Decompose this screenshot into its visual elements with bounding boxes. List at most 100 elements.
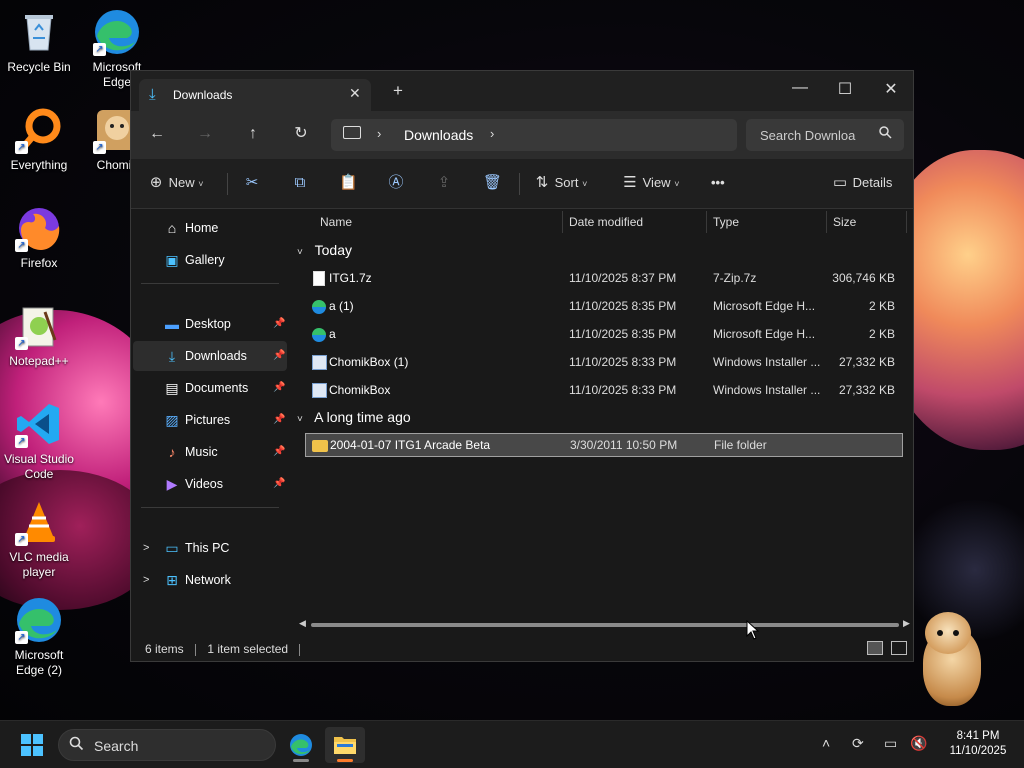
- network-status-icon[interactable]: ▭: [884, 735, 897, 752]
- taskbar-search-box[interactable]: Search: [58, 729, 276, 761]
- column-divider[interactable]: [562, 211, 563, 233]
- nav-item-pictures[interactable]: ▨ Pictures 📌: [133, 405, 287, 435]
- file-row-selected[interactable]: 2004-01-07 ITG1 Arcade Beta 3/30/2011 10…: [305, 433, 903, 457]
- column-divider[interactable]: [826, 211, 827, 233]
- minimize-button[interactable]: —: [785, 79, 815, 97]
- details-view-icon[interactable]: [867, 641, 883, 655]
- rename-button[interactable]: Ⓐ: [387, 173, 405, 193]
- pin-icon[interactable]: 📌: [273, 405, 285, 435]
- horizontal-scrollbar[interactable]: ◀ ▶: [299, 618, 911, 629]
- desktop-icon: ▬: [165, 316, 179, 332]
- sync-icon[interactable]: ⟳: [852, 735, 864, 752]
- file-date: 3/30/2011 10:50 PM: [570, 438, 678, 452]
- tiles-view-icon[interactable]: [891, 641, 907, 655]
- desktop-icon-microsoft-edge-2[interactable]: ↗ Microsoft Edge (2): [0, 596, 78, 678]
- refresh-icon[interactable]: ↻: [289, 125, 313, 143]
- column-divider[interactable]: [906, 211, 907, 233]
- column-header-type[interactable]: Type: [713, 209, 739, 235]
- nav-item-music[interactable]: ♪ Music 📌: [133, 437, 287, 467]
- status-divider: [195, 643, 197, 656]
- address-bar[interactable]: › Downloads ›: [331, 119, 737, 151]
- breadcrumb-chevron-icon[interactable]: ›: [490, 126, 494, 141]
- sort-button[interactable]: ⇅ Sort ˅: [533, 173, 588, 193]
- new-label: New: [168, 175, 195, 190]
- file-row[interactable]: a 11/10/2025 8:35 PM Microsoft Edge H...…: [305, 322, 903, 346]
- search-box[interactable]: Search Downloa: [746, 119, 904, 151]
- paste-button[interactable]: 📋: [339, 173, 358, 193]
- taskbar-app-edge[interactable]: [281, 727, 321, 763]
- download-arrow-icon: ⤓: [149, 86, 156, 103]
- nav-item-network[interactable]: > ⊞ Network: [133, 565, 287, 595]
- scrollbar-thumb[interactable]: [311, 623, 899, 627]
- file-name: a (1): [329, 299, 354, 313]
- start-button[interactable]: [21, 734, 43, 756]
- forward-arrow-icon[interactable]: →: [193, 125, 217, 143]
- expand-chevron-icon[interactable]: >: [143, 565, 149, 595]
- nav-item-home[interactable]: ⌂ Home: [133, 213, 287, 243]
- column-divider[interactable]: [706, 211, 707, 233]
- breadcrumb-chevron-icon[interactable]: ›: [377, 126, 381, 141]
- close-tab-icon[interactable]: ✕: [349, 85, 361, 102]
- scroll-right-icon[interactable]: ▶: [903, 618, 910, 629]
- clock-time: 8:41 PM: [956, 730, 1000, 742]
- new-tab-button[interactable]: +: [393, 82, 403, 99]
- column-header-name[interactable]: Name: [320, 209, 352, 235]
- close-window-button[interactable]: ✕: [876, 79, 906, 99]
- delete-button[interactable]: 🗑: [483, 173, 502, 193]
- pin-icon[interactable]: 📌: [273, 309, 285, 339]
- more-options-button[interactable]: •••: [711, 173, 725, 193]
- nav-item-documents[interactable]: ▤ Documents 📌: [133, 373, 287, 403]
- view-button[interactable]: ☰ View ˅: [621, 173, 679, 193]
- group-header-a-long-time-ago[interactable]: ˅ A long time ago: [297, 409, 411, 425]
- pin-icon[interactable]: 📌: [273, 341, 285, 371]
- nav-item-label: Desktop: [185, 317, 231, 331]
- nav-item-downloads[interactable]: ⤓ Downloads 📌: [133, 341, 287, 371]
- up-arrow-icon[interactable]: ↑: [241, 125, 265, 143]
- command-bar: ⊕ New ˅ ✂ ⧉ 📋 Ⓐ ⇪ 🗑 ⇅ Sort ˅ ☰ View ˅ ••…: [131, 159, 913, 209]
- expand-chevron-icon[interactable]: >: [143, 533, 149, 563]
- pin-icon[interactable]: 📌: [273, 373, 285, 403]
- details-label: Details: [852, 175, 893, 190]
- file-row[interactable]: ITG1.7z 11/10/2025 8:37 PM 7-Zip.7z 306,…: [305, 266, 903, 290]
- desktop-icon-visual-studio-code[interactable]: ↗ Visual Studio Code: [0, 400, 78, 482]
- nav-item-gallery[interactable]: ▣ Gallery: [133, 245, 287, 275]
- scroll-left-icon[interactable]: ◀: [299, 618, 306, 629]
- maximize-button[interactable]: ☐: [830, 79, 860, 99]
- desktop-icon-firefox[interactable]: ↗ Firefox: [0, 204, 78, 271]
- column-header-size[interactable]: Size: [833, 209, 856, 235]
- file-row[interactable]: a (1) 11/10/2025 8:35 PM Microsoft Edge …: [305, 294, 903, 318]
- share-button[interactable]: ⇪: [435, 173, 453, 193]
- file-date: 11/10/2025 8:33 PM: [569, 355, 677, 369]
- folder-icon: [334, 737, 356, 754]
- taskbar-app-file-explorer[interactable]: [325, 727, 365, 763]
- nav-item-this-pc[interactable]: > ▭ This PC: [133, 533, 287, 563]
- volume-muted-icon[interactable]: 🔇: [910, 735, 927, 752]
- system-clock[interactable]: 8:41 PM 11/10/2025: [938, 729, 1018, 759]
- desktop-icon-vlc[interactable]: ↗ VLC media player: [0, 498, 78, 580]
- back-arrow-icon[interactable]: ←: [145, 125, 169, 143]
- pin-icon[interactable]: 📌: [273, 469, 285, 499]
- details-button[interactable]: ▭ Details: [831, 173, 892, 193]
- desktop-icon-everything[interactable]: ↗ Everything: [0, 106, 78, 173]
- column-header-date-modified[interactable]: Date modified: [569, 209, 643, 235]
- copy-button[interactable]: ⧉: [291, 173, 309, 193]
- new-button[interactable]: ⊕ New ˅: [147, 173, 204, 193]
- desktop-icon-recycle-bin[interactable]: Recycle Bin: [0, 8, 78, 75]
- tab-downloads[interactable]: ⤓ Downloads ✕: [139, 79, 371, 111]
- show-hidden-icons-chevron-icon[interactable]: ˄: [822, 735, 830, 751]
- nav-item-desktop[interactable]: ▬ Desktop 📌: [133, 309, 287, 339]
- sort-icon: ⇅: [535, 174, 549, 191]
- file-type: Microsoft Edge H...: [713, 327, 816, 341]
- breadcrumb-downloads[interactable]: Downloads: [404, 127, 473, 143]
- cut-button[interactable]: ✂: [243, 173, 261, 193]
- file-row[interactable]: ChomikBox 11/10/2025 8:33 PM Windows Ins…: [305, 378, 903, 402]
- windows-logo-icon: [21, 746, 31, 756]
- group-header-today[interactable]: ˅ Today: [297, 242, 352, 258]
- file-row[interactable]: ChomikBox (1) 11/10/2025 8:33 PM Windows…: [305, 350, 903, 374]
- nav-item-videos[interactable]: ▶ Videos 📌: [133, 469, 287, 499]
- desktop-icon-notepad-plus-plus[interactable]: ↗ Notepad++: [0, 302, 78, 369]
- running-indicator: [337, 759, 353, 762]
- clock-date: 11/10/2025: [949, 745, 1007, 757]
- file-name: ITG1.7z: [329, 271, 372, 285]
- pin-icon[interactable]: 📌: [273, 437, 285, 467]
